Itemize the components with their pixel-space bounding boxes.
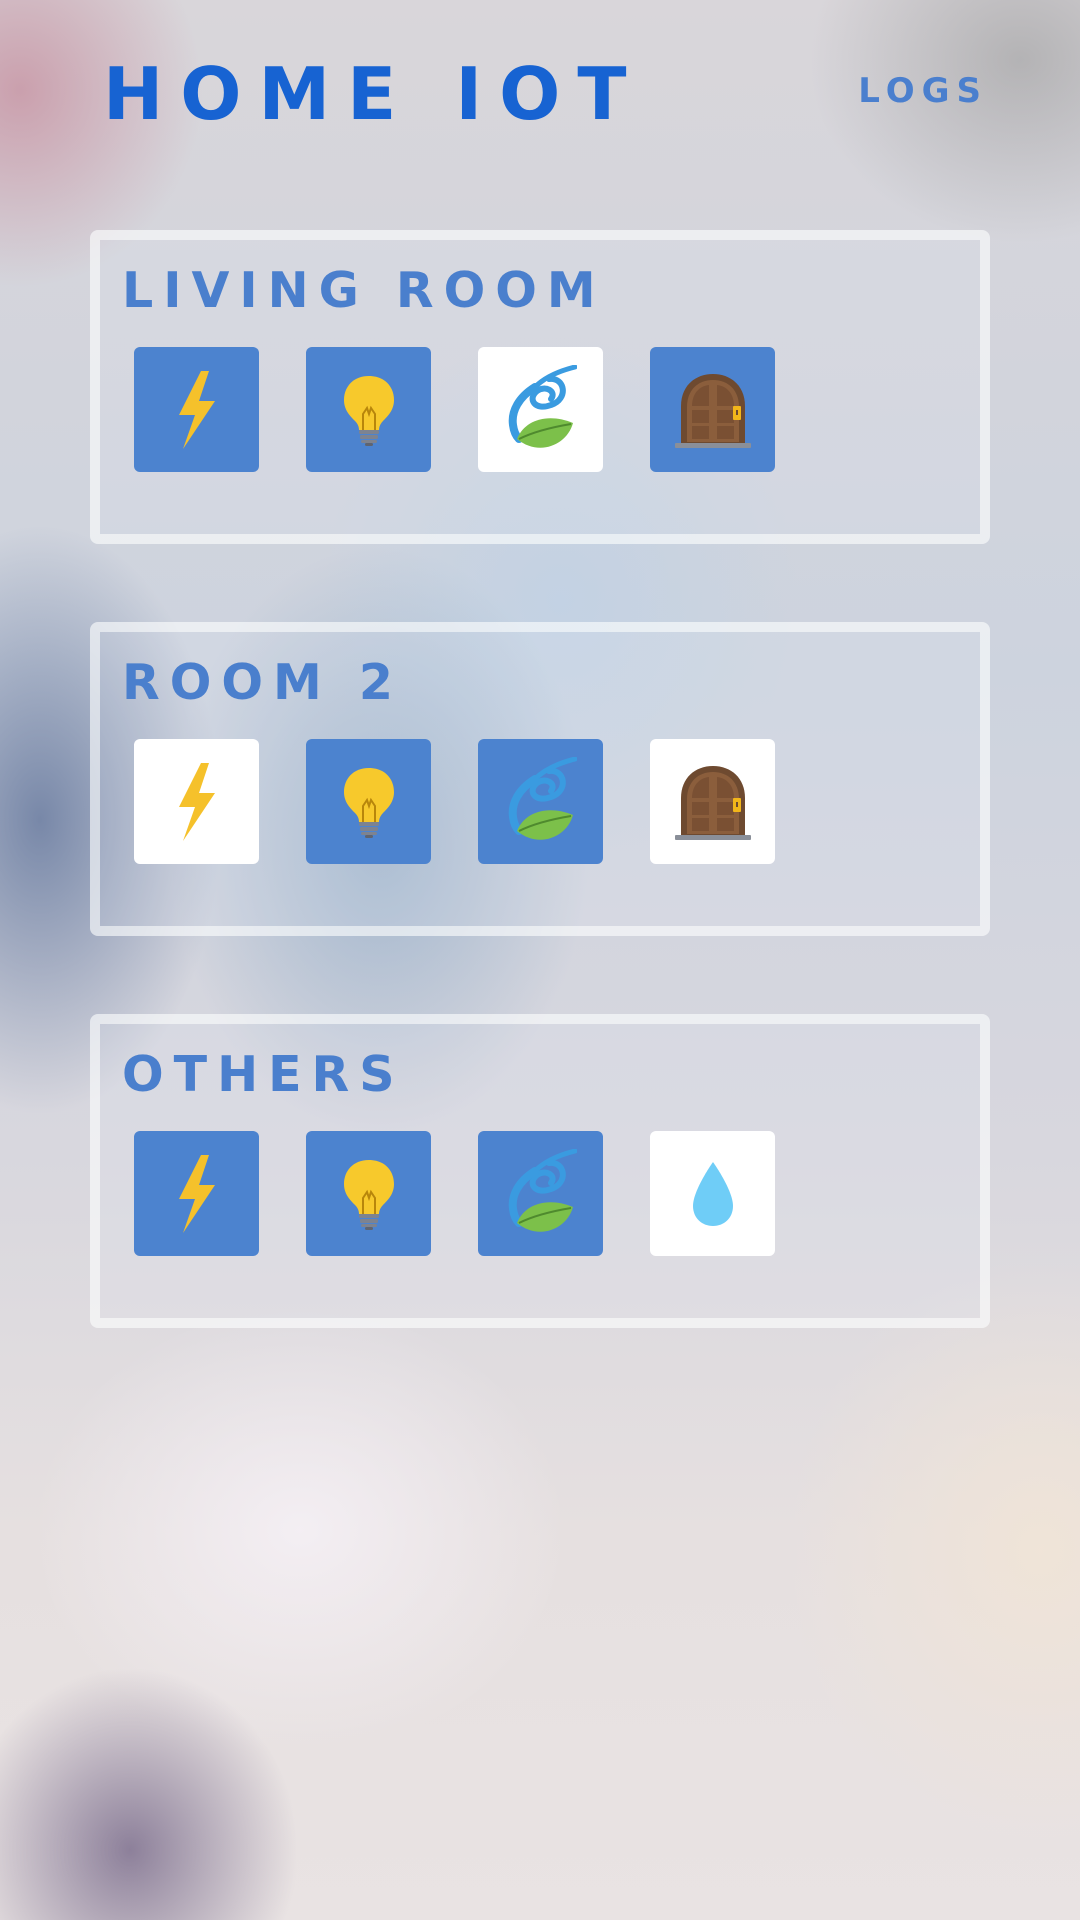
door-icon [674, 372, 751, 448]
lightning-toggle[interactable] [134, 1131, 259, 1256]
bulb-icon [341, 766, 397, 838]
logs-link[interactable]: LOGS [858, 68, 988, 114]
bulb-toggle[interactable] [306, 1131, 431, 1256]
room-card-others: OTHERS [90, 1014, 990, 1328]
water-drop-toggle[interactable] [650, 1131, 775, 1256]
lightning-icon [175, 370, 219, 449]
door-toggle[interactable] [650, 739, 775, 864]
app-header: HOME IOT LOGS [0, 0, 1080, 180]
door-toggle[interactable] [650, 347, 775, 472]
lightning-icon [175, 1154, 219, 1233]
room-card-living-room: LIVING ROOM [90, 230, 990, 544]
eco-leaf-toggle[interactable] [478, 347, 603, 472]
bulb-icon [341, 374, 397, 446]
room-title: OTHERS [122, 1046, 405, 1103]
bulb-toggle[interactable] [306, 347, 431, 472]
app-title: HOME IOT [103, 52, 644, 136]
lightning-toggle[interactable] [134, 739, 259, 864]
device-row [134, 1131, 775, 1256]
bulb-icon [341, 1158, 397, 1230]
eco-leaf-icon [505, 1148, 577, 1239]
eco-leaf-toggle[interactable] [478, 1131, 603, 1256]
lightning-toggle[interactable] [134, 347, 259, 472]
bulb-toggle[interactable] [306, 739, 431, 864]
eco-leaf-toggle[interactable] [478, 739, 603, 864]
room-title: LIVING ROOM [122, 262, 606, 319]
room-title: ROOM 2 [122, 654, 403, 711]
device-row [134, 347, 775, 472]
door-icon [674, 764, 751, 840]
eco-leaf-icon [505, 756, 577, 847]
device-row [134, 739, 775, 864]
water-drop-icon [691, 1160, 735, 1228]
eco-leaf-icon [505, 364, 577, 455]
lightning-icon [175, 762, 219, 841]
room-card-room-2: ROOM 2 [90, 622, 990, 936]
